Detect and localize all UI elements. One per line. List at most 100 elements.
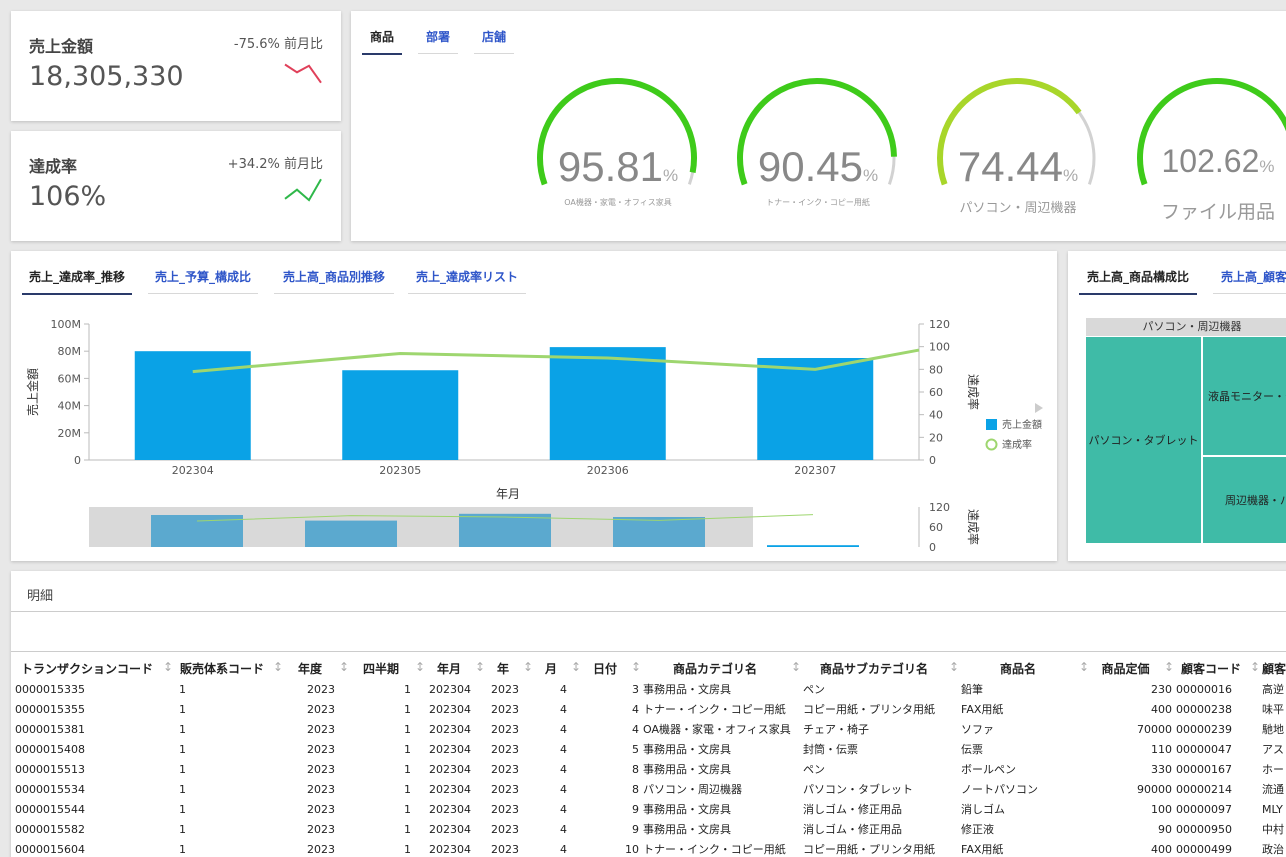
- table-cell: 1: [404, 682, 411, 696]
- kpi-title: 達成率: [29, 157, 78, 176]
- sort-icon[interactable]: ↕: [163, 660, 173, 674]
- kpi-value: 18,305,330: [29, 61, 184, 92]
- bar-202307[interactable]: [757, 358, 874, 460]
- table-row[interactable]: 0000015513 1 2023 1 202304 2023 4 8 事務用品・文房具 ペン ボー…: [13, 759, 1286, 779]
- table-cell: 2023: [491, 842, 519, 856]
- table-cell: 馳地: [1262, 723, 1284, 736]
- sort-icon[interactable]: ↕: [339, 660, 349, 674]
- sort-icon[interactable]: ↕: [791, 660, 801, 674]
- gauge-oa[interactable]: 95.81% OA機器・家電・オフィス家具: [533, 73, 703, 223]
- tab-product[interactable]: 商品: [362, 28, 402, 55]
- legend-scroll-icon[interactable]: [1035, 403, 1043, 413]
- column-header[interactable]: トランザクションコード ↕: [13, 657, 173, 679]
- table-cell: 00000047: [1176, 742, 1232, 756]
- table-row[interactable]: 0000015335 1 2023 1 202304 2023 4 3 事務用品・文房具 ペン 鉛筆…: [13, 679, 1286, 699]
- column-header[interactable]: 商品定価 ↕: [1089, 657, 1174, 679]
- table-cell: 2023: [307, 722, 335, 736]
- legend-label-rate[interactable]: 達成率: [1002, 438, 1032, 451]
- table-cell: 100: [1151, 802, 1172, 816]
- legend-label-sales[interactable]: 売上金額: [1002, 418, 1042, 431]
- sort-icon[interactable]: ↕: [631, 660, 641, 674]
- table-cell: 00000214: [1176, 782, 1232, 796]
- table-cell: 封筒・伝票: [803, 743, 858, 756]
- gauge-panel: 商品 部署 店舗 95.81% OA機器・家電・オフィス家具 90.45% トナ…: [351, 11, 1286, 241]
- y2-tick-label: 60: [929, 386, 943, 399]
- column-header[interactable]: 販売体系コード ↕: [173, 657, 283, 679]
- tab-store[interactable]: 店舗: [474, 28, 514, 54]
- table-cell: 1: [404, 702, 411, 716]
- table-cell: 90: [1158, 822, 1172, 836]
- table-cell: コピー用紙・プリンタ用紙: [803, 843, 935, 856]
- sort-icon[interactable]: ↕: [949, 660, 959, 674]
- y2-tick-label: 100: [929, 341, 950, 354]
- column-header[interactable]: 日付 ↕: [581, 657, 641, 679]
- table-cell: 0000015381: [15, 722, 85, 736]
- column-header[interactable]: 商品サブカテゴリ名 ↕: [801, 657, 959, 679]
- table-cell: 2023: [491, 822, 519, 836]
- table-cell: 2023: [491, 762, 519, 776]
- treemap-panel: 売上高_商品構成比 売上高_顧客 パソコン・周辺機器 パソコン・タブレット 液晶…: [1068, 251, 1286, 561]
- bar-202306[interactable]: [549, 347, 666, 460]
- sort-icon[interactable]: ↕: [1079, 660, 1089, 674]
- gauge-file[interactable]: 102.62% ファイル用品: [1133, 73, 1286, 223]
- table-cell: 1: [179, 822, 186, 836]
- table-cell: 事務用品・文房具: [643, 763, 731, 776]
- column-header[interactable]: 年月 ↕: [425, 657, 485, 679]
- table-cell: 2023: [491, 702, 519, 716]
- sort-icon[interactable]: ↕: [415, 660, 425, 674]
- table-row[interactable]: 0000015408 1 2023 1 202304 2023 4 5 事務用品・文房具 封筒・伝…: [13, 739, 1286, 759]
- gauge-pc[interactable]: 74.44% パソコン・周辺機器: [933, 73, 1103, 223]
- sort-icon[interactable]: ↕: [1250, 660, 1260, 674]
- sort-icon[interactable]: ↕: [475, 660, 485, 674]
- table-cell: 202304: [429, 782, 471, 796]
- table-cell: 0000015582: [15, 822, 85, 836]
- table-cell: 1: [179, 842, 186, 856]
- table-cell: 流通: [1262, 783, 1284, 796]
- treemap-cell-peripheral[interactable]: 周辺機器・パ: [1203, 457, 1286, 543]
- y2-axis-label: 達成率: [966, 374, 981, 410]
- column-header[interactable]: 年 ↕: [485, 657, 533, 679]
- table-cell: 0000015513: [15, 762, 85, 776]
- table-cell: 1: [404, 762, 411, 776]
- treemap-cell-monitor[interactable]: 液晶モニター・デ: [1203, 337, 1286, 455]
- bar-202305[interactable]: [342, 370, 459, 460]
- table-cell: 1: [404, 822, 411, 836]
- table-row[interactable]: 0000015582 1 2023 1 202304 2023 4 9 事務用品・文房具 消しゴム…: [13, 819, 1286, 839]
- x-tick-label: 202307: [794, 464, 836, 477]
- tab-department[interactable]: 部署: [418, 28, 458, 54]
- table-cell: パソコン・タブレット: [803, 783, 913, 796]
- table-cell: 202304: [429, 842, 471, 856]
- tab-product-composition[interactable]: 売上高_商品構成比: [1079, 268, 1197, 295]
- table-cell: 5: [632, 742, 639, 756]
- table-row[interactable]: 0000015381 1 2023 1 202304 2023 4 4 OA機器・家電・オフィス…: [13, 719, 1286, 739]
- sort-icon[interactable]: ↕: [273, 660, 283, 674]
- column-header[interactable]: 四半期 ↕: [349, 657, 425, 679]
- table-row[interactable]: 0000015604 1 2023 1 202304 2023 4 10 トナー・インク・コピー…: [13, 839, 1286, 857]
- table-row[interactable]: 0000015355 1 2023 1 202304 2023 4 4 トナー・インク・コピー用…: [13, 699, 1286, 719]
- table-cell: 0000015544: [15, 802, 85, 816]
- table-cell: 9: [632, 802, 639, 816]
- gauge-toner[interactable]: 90.45% トナー・インク・コピー用紙: [733, 73, 903, 223]
- x-tick-label: 202306: [587, 464, 629, 477]
- column-header[interactable]: 顧客コード ↕: [1174, 657, 1260, 679]
- table-row[interactable]: 0000015534 1 2023 1 202304 2023 4 8 パソコン・周辺機器 パソコ…: [13, 779, 1286, 799]
- table-cell: 味平: [1262, 703, 1284, 716]
- combo-chart[interactable]: 100M 80M 60M 40M 20M 0 120 100 80 60 40 20 0 202304 20…: [11, 251, 1057, 561]
- table-cell: 2023: [491, 782, 519, 796]
- column-header[interactable]: 商品名 ↕: [959, 657, 1089, 679]
- column-header[interactable]: 年度 ↕: [283, 657, 349, 679]
- column-header[interactable]: 商品カテゴリ名 ↕: [641, 657, 801, 679]
- table-cell: 消しゴム・修正用品: [803, 823, 902, 836]
- column-header[interactable]: 月 ↕: [533, 657, 581, 679]
- table-cell: 2023: [491, 742, 519, 756]
- treemap-cell-pc-tablet[interactable]: パソコン・タブレット: [1086, 337, 1201, 543]
- sort-icon[interactable]: ↕: [571, 660, 581, 674]
- column-header[interactable]: 顧客: [1260, 657, 1286, 679]
- table-cell: 4: [560, 682, 567, 696]
- table-cell: 202304: [429, 742, 471, 756]
- sort-icon[interactable]: ↕: [1164, 660, 1174, 674]
- sort-icon[interactable]: ↕: [523, 660, 533, 674]
- table-row[interactable]: 0000015544 1 2023 1 202304 2023 4 9 事務用品・文房具 消しゴム…: [13, 799, 1286, 819]
- tab-customer-composition[interactable]: 売上高_顧客: [1213, 268, 1286, 294]
- table-cell: 1: [404, 802, 411, 816]
